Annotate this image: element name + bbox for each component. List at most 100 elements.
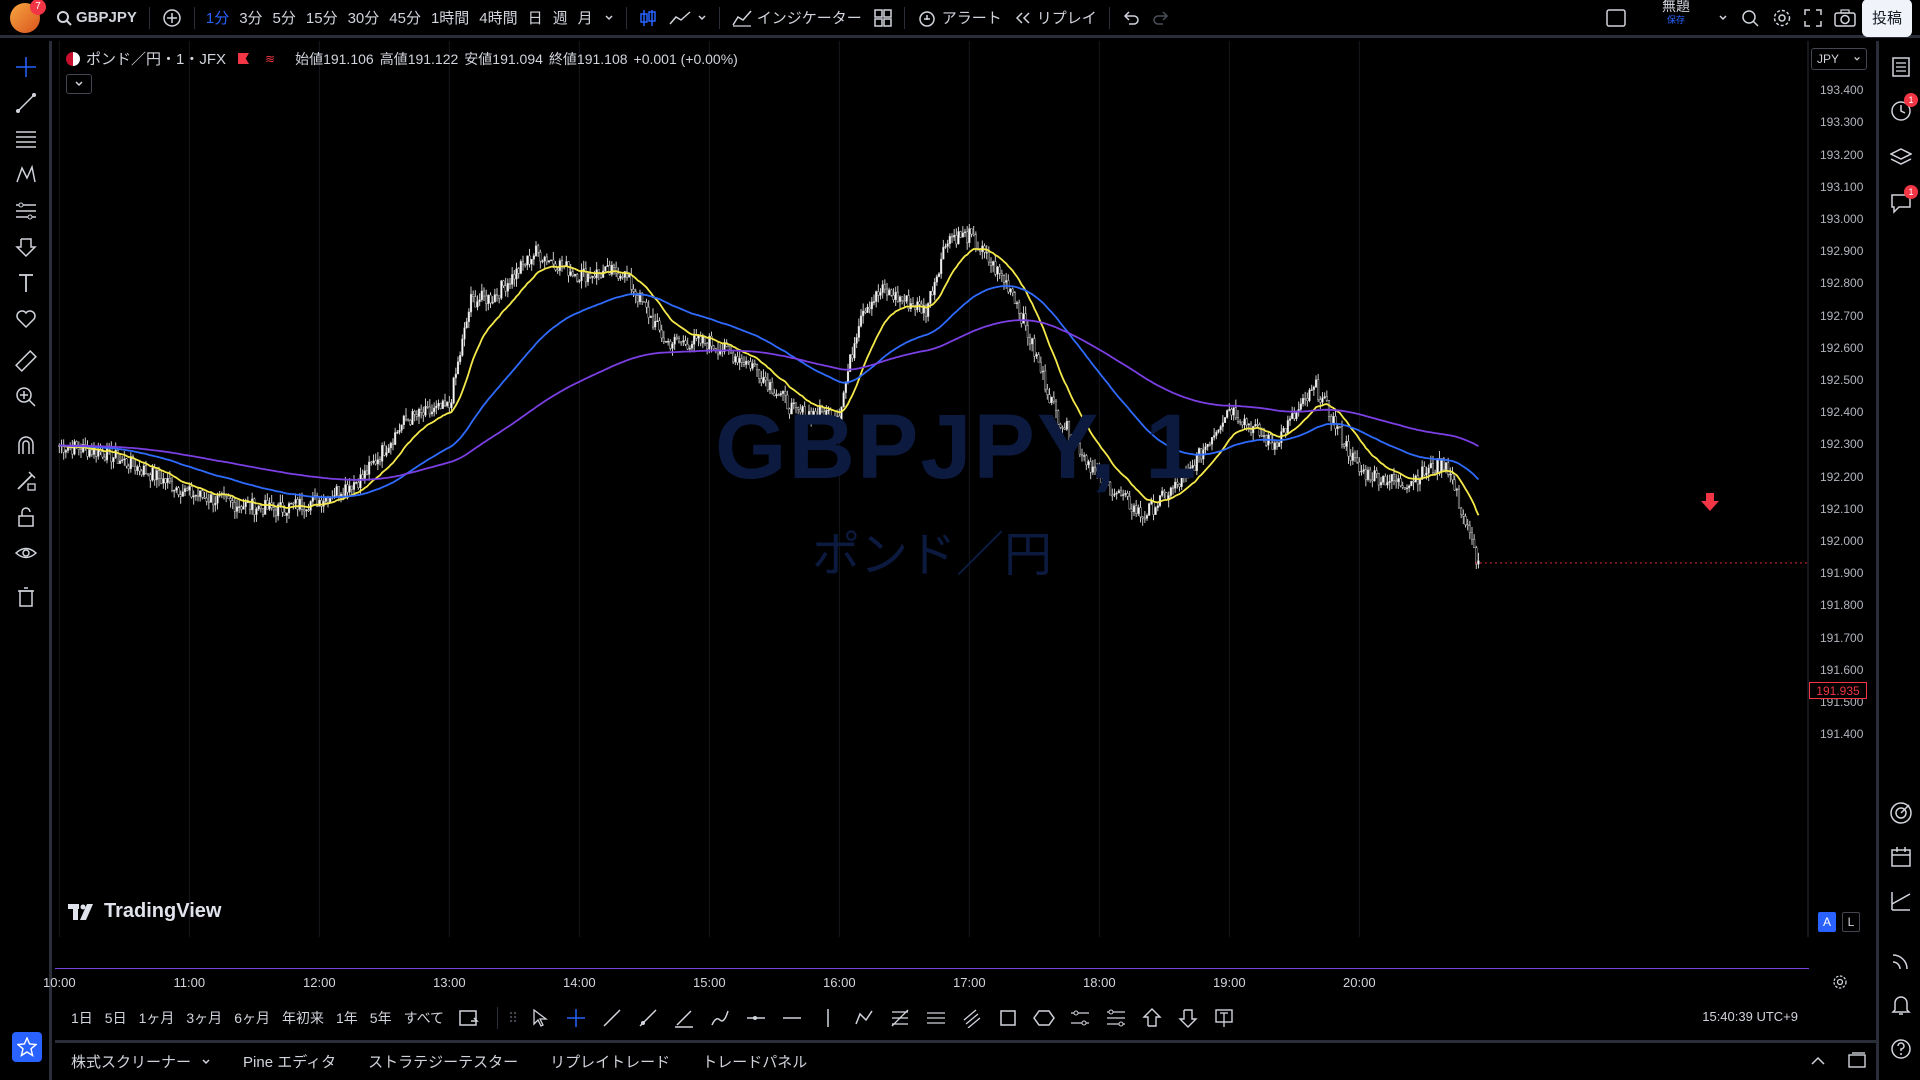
timezone-clock[interactable]: 15:40:39 UTC+9 bbox=[1702, 1009, 1798, 1024]
text-note-quick-tool[interactable] bbox=[1209, 1003, 1239, 1033]
remove-drawings-tool[interactable] bbox=[12, 583, 40, 611]
currency-selector[interactable]: JPY bbox=[1811, 48, 1867, 70]
select-layout-button[interactable] bbox=[1600, 0, 1632, 37]
maximize-panel-button[interactable] bbox=[1848, 1051, 1866, 1072]
expand-panel-button[interactable] bbox=[1810, 1053, 1826, 1070]
replay-button[interactable]: リプレイ bbox=[1008, 0, 1103, 37]
tab-strategy-tester[interactable]: ストラテジーテスター bbox=[352, 1051, 534, 1072]
ray-quick-tool[interactable] bbox=[633, 1003, 663, 1033]
prediction-tool[interactable] bbox=[12, 197, 40, 225]
range-button[interactable]: 5年 bbox=[364, 1008, 398, 1028]
go-to-date-button[interactable] bbox=[454, 1003, 484, 1033]
time-axis-settings-button[interactable] bbox=[1832, 974, 1848, 994]
line-type-button[interactable] bbox=[663, 0, 713, 37]
interval-option[interactable]: 4時間 bbox=[474, 0, 522, 37]
range-button[interactable]: 1ヶ月 bbox=[133, 1008, 181, 1028]
trend-line-tool[interactable] bbox=[12, 89, 40, 117]
text-tool[interactable] bbox=[12, 269, 40, 297]
interval-option[interactable]: 15分 bbox=[301, 0, 343, 37]
quick-search-button[interactable] bbox=[1734, 0, 1766, 37]
range-button[interactable]: 6ヶ月 bbox=[228, 1008, 276, 1028]
candle-type-button[interactable] bbox=[633, 0, 663, 37]
series-title[interactable]: ポンド／円・1・JFX bbox=[86, 48, 226, 69]
interval-dropdown[interactable] bbox=[598, 0, 620, 37]
data-menu-icon[interactable]: ≋ bbox=[265, 52, 275, 66]
tab-pine-editor[interactable]: Pine エディタ bbox=[227, 1051, 352, 1072]
vertical-line-quick-tool[interactable] bbox=[813, 1003, 843, 1033]
layout-name-button[interactable]: 無題 保存 bbox=[1656, 0, 1696, 37]
interval-option[interactable]: 45分 bbox=[384, 0, 426, 37]
range-quick-tool[interactable] bbox=[1101, 1003, 1131, 1033]
path-quick-tool[interactable] bbox=[849, 1003, 879, 1033]
interval-option[interactable]: 月 bbox=[573, 0, 598, 37]
measure-tool[interactable] bbox=[12, 347, 40, 375]
fib-quick-tool[interactable] bbox=[885, 1003, 915, 1033]
magnet-tool[interactable] bbox=[12, 431, 40, 459]
arrow-up-quick-tool[interactable] bbox=[1137, 1003, 1167, 1033]
ellipse-quick-tool[interactable] bbox=[1029, 1003, 1059, 1033]
calendar-button[interactable] bbox=[1887, 843, 1915, 871]
zoom-tool[interactable] bbox=[12, 383, 40, 411]
brush-quick-tool[interactable] bbox=[669, 1003, 699, 1033]
compare-button[interactable] bbox=[156, 0, 188, 37]
position-quick-tool[interactable] bbox=[1065, 1003, 1095, 1033]
range-button[interactable]: 1年 bbox=[330, 1008, 364, 1028]
alert-button[interactable]: アラート bbox=[911, 0, 1008, 37]
highlighter-quick-tool[interactable] bbox=[705, 1003, 735, 1033]
pitchfork-quick-tool[interactable] bbox=[957, 1003, 987, 1033]
hotlist-button[interactable] bbox=[1887, 799, 1915, 827]
range-button[interactable]: 1日 bbox=[65, 1008, 99, 1028]
symbol-search-button[interactable]: GBPJPY bbox=[50, 0, 143, 37]
tab-replay-trade[interactable]: リプレイトレード bbox=[534, 1051, 686, 1072]
arrow-down-quick-tool[interactable] bbox=[1173, 1003, 1203, 1033]
range-button[interactable]: すべて bbox=[398, 1008, 450, 1028]
layout-menu-dropdown[interactable] bbox=[1712, 0, 1734, 37]
pattern-tool[interactable] bbox=[12, 161, 40, 189]
favorites-button[interactable] bbox=[12, 1032, 42, 1062]
snapshot-button[interactable] bbox=[1828, 0, 1862, 37]
range-button[interactable]: 年初来 bbox=[276, 1008, 330, 1028]
interval-option[interactable]: 5分 bbox=[268, 0, 301, 37]
ideas-button[interactable] bbox=[1887, 887, 1915, 915]
layouts-button[interactable] bbox=[868, 0, 898, 37]
favorite-tool[interactable] bbox=[12, 305, 40, 333]
watchlist-button[interactable] bbox=[1887, 53, 1915, 81]
user-avatar[interactable]: 7 bbox=[10, 0, 46, 33]
tab-stock-screener[interactable]: 株式スクリーナー bbox=[55, 1051, 227, 1072]
drag-handle[interactable]: ⠿ bbox=[508, 1010, 518, 1027]
help-button[interactable] bbox=[1887, 1035, 1915, 1063]
post-button[interactable]: 投稿 bbox=[1861, 0, 1912, 37]
range-button[interactable]: 3ヶ月 bbox=[180, 1008, 228, 1028]
indicators-button[interactable]: インジケーター bbox=[726, 0, 868, 37]
chats-button[interactable]: 1 bbox=[1887, 185, 1918, 217]
crosshair-quick-tool[interactable] bbox=[561, 1003, 591, 1033]
object-tree-button[interactable] bbox=[1887, 143, 1915, 171]
streams-button[interactable] bbox=[1887, 947, 1915, 975]
interval-option[interactable]: 週 bbox=[548, 0, 573, 37]
log-scale-button[interactable]: L bbox=[1842, 912, 1860, 932]
interval-option[interactable]: 1時間 bbox=[426, 0, 474, 37]
lock-drawings-tool[interactable] bbox=[12, 503, 40, 531]
trend-line-quick-tool[interactable] bbox=[597, 1003, 627, 1033]
horizontal-line-quick-tool[interactable] bbox=[777, 1003, 807, 1033]
auto-scale-button[interactable]: A bbox=[1818, 912, 1836, 932]
legend-collapse-button[interactable] bbox=[66, 74, 92, 94]
interval-option[interactable]: 3分 bbox=[234, 0, 267, 37]
horizontal-ray-quick-tool[interactable] bbox=[741, 1003, 771, 1033]
undo-button[interactable] bbox=[1116, 0, 1146, 37]
cursor-tool[interactable] bbox=[525, 1003, 555, 1033]
alerts-button[interactable]: 1 bbox=[1887, 93, 1918, 125]
interval-option[interactable]: 1分 bbox=[201, 0, 234, 37]
notifications-button[interactable] bbox=[1887, 991, 1915, 1019]
interval-option[interactable]: 30分 bbox=[343, 0, 385, 37]
settings-button[interactable] bbox=[1766, 0, 1798, 37]
interval-option[interactable]: 日 bbox=[523, 0, 548, 37]
redo-button[interactable] bbox=[1146, 0, 1176, 37]
fullscreen-button[interactable] bbox=[1798, 0, 1828, 37]
stay-in-drawing-tool[interactable] bbox=[12, 467, 40, 495]
crosshair-tool[interactable] bbox=[12, 53, 40, 81]
fib-tool[interactable] bbox=[12, 125, 40, 153]
range-button[interactable]: 5日 bbox=[99, 1008, 133, 1028]
brush-tool[interactable] bbox=[12, 233, 40, 261]
rectangle-quick-tool[interactable] bbox=[993, 1003, 1023, 1033]
